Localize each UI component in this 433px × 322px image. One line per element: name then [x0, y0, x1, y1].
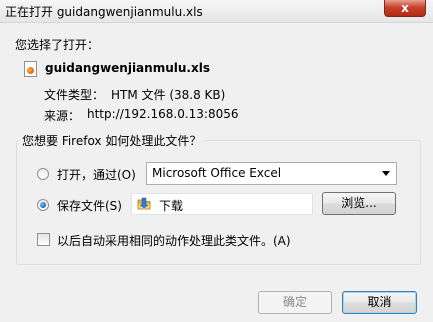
firefox-document-icon [24, 61, 37, 77]
open-with-app-select[interactable]: Microsoft Office Excel [146, 162, 397, 185]
file-name: guidangwenjianmulu.xls [45, 61, 210, 75]
file-source-value: http://192.168.0.13:8056 [87, 107, 239, 121]
remember-label[interactable]: 以后自动采用相同的动作处理此类文件。(A) [57, 232, 291, 249]
ok-button[interactable]: 确定 [258, 291, 332, 314]
browse-button[interactable]: 浏览... [322, 192, 396, 215]
open-with-label[interactable]: 打开，通过(O) [57, 166, 136, 183]
file-type-value: HTM 文件 (38.8 KB) [111, 88, 226, 102]
cancel-button[interactable]: 取消 [342, 291, 417, 314]
save-folder-value: 下载 [159, 199, 184, 213]
file-source-label: 来源： [44, 109, 81, 123]
remember-checkbox[interactable] [37, 233, 50, 246]
file-type-label: 文件类型： [44, 88, 105, 102]
open-with-app-value: Microsoft Office Excel [152, 166, 282, 180]
close-button[interactable]: x [384, 0, 426, 17]
action-group-label: 您想要 Firefox 如何处理此文件？ [19, 132, 205, 149]
intro-text: 您选择了打开： [15, 38, 100, 52]
save-file-radio[interactable] [37, 199, 49, 211]
open-with-radio[interactable] [37, 168, 49, 180]
chevron-down-icon [382, 171, 390, 176]
window-title: 正在打开 guidangwenjianmulu.xls [5, 5, 203, 19]
close-icon: x [401, 1, 409, 15]
folder-icon [137, 197, 151, 210]
save-folder-field[interactable]: 下载 [131, 193, 313, 215]
title-bar[interactable]: 正在打开 guidangwenjianmulu.xls x [0, 0, 433, 23]
save-file-label[interactable]: 保存文件(S) [57, 197, 122, 214]
download-dialog: 正在打开 guidangwenjianmulu.xls x 您选择了打开： gu… [0, 0, 433, 322]
